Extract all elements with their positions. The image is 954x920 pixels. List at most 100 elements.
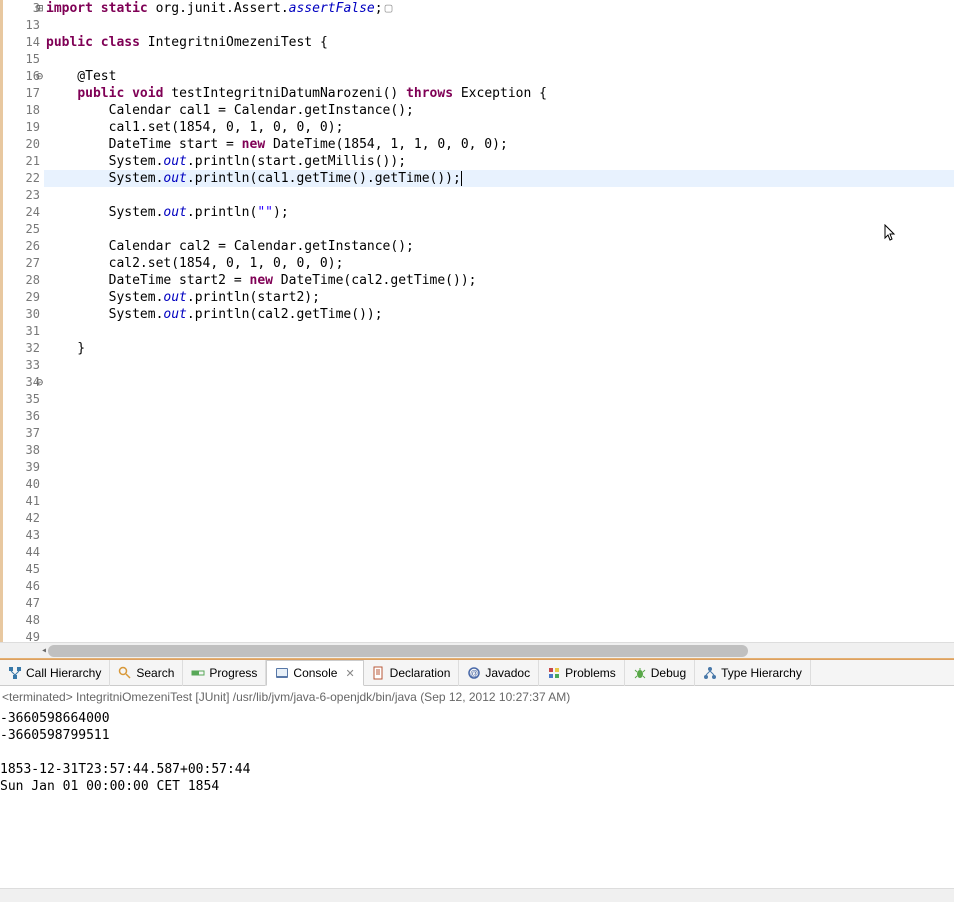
code-line[interactable] [44, 476, 954, 493]
code-content[interactable]: import static org.junit.Assert.assertFal… [44, 0, 954, 642]
line-number: 45 [3, 561, 40, 578]
declaration-icon [372, 666, 386, 680]
line-number-gutter: 3⊞13141516⊖17181920212223242526272829303… [0, 0, 44, 642]
line-number: 14 [3, 34, 40, 51]
code-line[interactable] [44, 17, 954, 34]
line-number: 19 [3, 119, 40, 136]
close-icon[interactable]: ✕ [345, 667, 354, 680]
line-number: 21 [3, 153, 40, 170]
tab-label: Declaration [390, 666, 451, 680]
code-editor[interactable]: 3⊞13141516⊖17181920212223242526272829303… [0, 0, 954, 642]
line-number: 48 [3, 612, 40, 629]
code-line[interactable]: System.out.println(""); [44, 204, 954, 221]
scrollbar-thumb[interactable] [48, 645, 748, 657]
code-line[interactable]: public class IntegritniOmezeniTest { [44, 34, 954, 51]
code-line[interactable]: System.out.println(start2); [44, 289, 954, 306]
code-line[interactable] [44, 561, 954, 578]
fold-collapse-icon[interactable]: ⊖ [36, 71, 43, 81]
tab-label: Console [293, 666, 337, 680]
tab-debug[interactable]: Debug [625, 660, 695, 686]
code-line[interactable] [44, 442, 954, 459]
line-number: 33 [3, 357, 40, 374]
fold-collapse-icon[interactable]: ⊖ [36, 377, 43, 387]
code-line[interactable] [44, 595, 954, 612]
code-line[interactable]: Calendar cal2 = Calendar.getInstance(); [44, 238, 954, 255]
text-caret [461, 171, 462, 186]
progress-icon [191, 666, 205, 680]
tab-label: Search [136, 666, 174, 680]
code-line[interactable]: cal2.set(1854, 0, 1, 0, 0, 0); [44, 255, 954, 272]
editor-horizontal-scrollbar[interactable]: ◂ [0, 642, 954, 658]
tab-declaration[interactable]: Declaration [364, 660, 460, 686]
fold-expand-icon[interactable]: ⊞ [36, 3, 43, 13]
call-hierarchy-icon [8, 666, 22, 680]
code-line[interactable]: cal1.set(1854, 0, 1, 0, 0, 0); [44, 119, 954, 136]
code-line[interactable] [44, 459, 954, 476]
code-line[interactable] [44, 493, 954, 510]
line-number: 17 [3, 85, 40, 102]
tab-label: Type Hierarchy [721, 666, 802, 680]
console-icon [275, 666, 289, 680]
line-number: 35 [3, 391, 40, 408]
code-line[interactable] [44, 527, 954, 544]
type-hierarchy-icon [703, 666, 717, 680]
code-line[interactable] [44, 357, 954, 374]
code-line[interactable] [44, 391, 954, 408]
code-line[interactable]: System.out.println(start.getMillis()); [44, 153, 954, 170]
line-number: 16 [3, 68, 40, 85]
line-number: 18 [3, 102, 40, 119]
code-line[interactable]: Calendar cal1 = Calendar.getInstance(); [44, 102, 954, 119]
code-line[interactable]: public void testIntegritniDatumNarozeni(… [44, 85, 954, 102]
line-number: 36 [3, 408, 40, 425]
line-number: 43 [3, 527, 40, 544]
code-line[interactable] [44, 323, 954, 340]
line-number: 28 [3, 272, 40, 289]
line-number: 3 [3, 0, 40, 17]
tab-javadoc[interactable]: @Javadoc [459, 660, 539, 686]
code-line[interactable] [44, 425, 954, 442]
code-line[interactable]: DateTime start = new DateTime(1854, 1, 1… [44, 136, 954, 153]
line-number: 25 [3, 221, 40, 238]
code-line[interactable] [44, 51, 954, 68]
tab-call-hierarchy[interactable]: Call Hierarchy [0, 660, 110, 686]
console-output[interactable]: -3660598664000 -3660598799511 1853-12-31… [0, 708, 954, 888]
tab-label: Progress [209, 666, 257, 680]
code-line[interactable] [44, 510, 954, 527]
console-horizontal-scrollbar[interactable] [0, 888, 954, 902]
code-line[interactable] [44, 578, 954, 595]
line-number: 42 [3, 510, 40, 527]
code-line[interactable] [44, 374, 954, 391]
javadoc-icon: @ [467, 666, 481, 680]
line-number: 39 [3, 459, 40, 476]
code-line[interactable] [44, 408, 954, 425]
code-line[interactable]: System.out.println(cal1.getTime().getTim… [44, 170, 954, 187]
line-number: 24 [3, 204, 40, 221]
code-line[interactable] [44, 187, 954, 204]
line-number: 34 [3, 374, 40, 391]
code-line[interactable] [44, 221, 954, 238]
code-line[interactable] [44, 612, 954, 629]
tab-console[interactable]: Console ✕ [266, 660, 363, 686]
line-number: 47 [3, 595, 40, 612]
problems-icon [547, 666, 561, 680]
code-line[interactable] [44, 544, 954, 561]
line-number: 32 [3, 340, 40, 357]
code-line[interactable]: @Test [44, 68, 954, 85]
code-line[interactable]: } [44, 340, 954, 357]
line-number: 38 [3, 442, 40, 459]
line-number: 20 [3, 136, 40, 153]
line-number: 44 [3, 544, 40, 561]
tab-problems[interactable]: Problems [539, 660, 625, 686]
tab-search[interactable]: Search [110, 660, 183, 686]
line-number: 23 [3, 187, 40, 204]
tab-type-hierarchy[interactable]: Type Hierarchy [695, 660, 811, 686]
code-line[interactable]: import static org.junit.Assert.assertFal… [44, 0, 954, 17]
tab-label: Debug [651, 666, 686, 680]
line-number: 31 [3, 323, 40, 340]
code-line[interactable]: System.out.println(cal2.getTime()); [44, 306, 954, 323]
svg-text:@: @ [470, 669, 478, 678]
tab-progress[interactable]: Progress [183, 660, 266, 686]
code-line[interactable]: DateTime start2 = new DateTime(cal2.getT… [44, 272, 954, 289]
console-process-header: <terminated> IntegritniOmezeniTest [JUni… [0, 686, 954, 708]
folded-code-indicator-icon[interactable]: ▢ [385, 1, 393, 16]
